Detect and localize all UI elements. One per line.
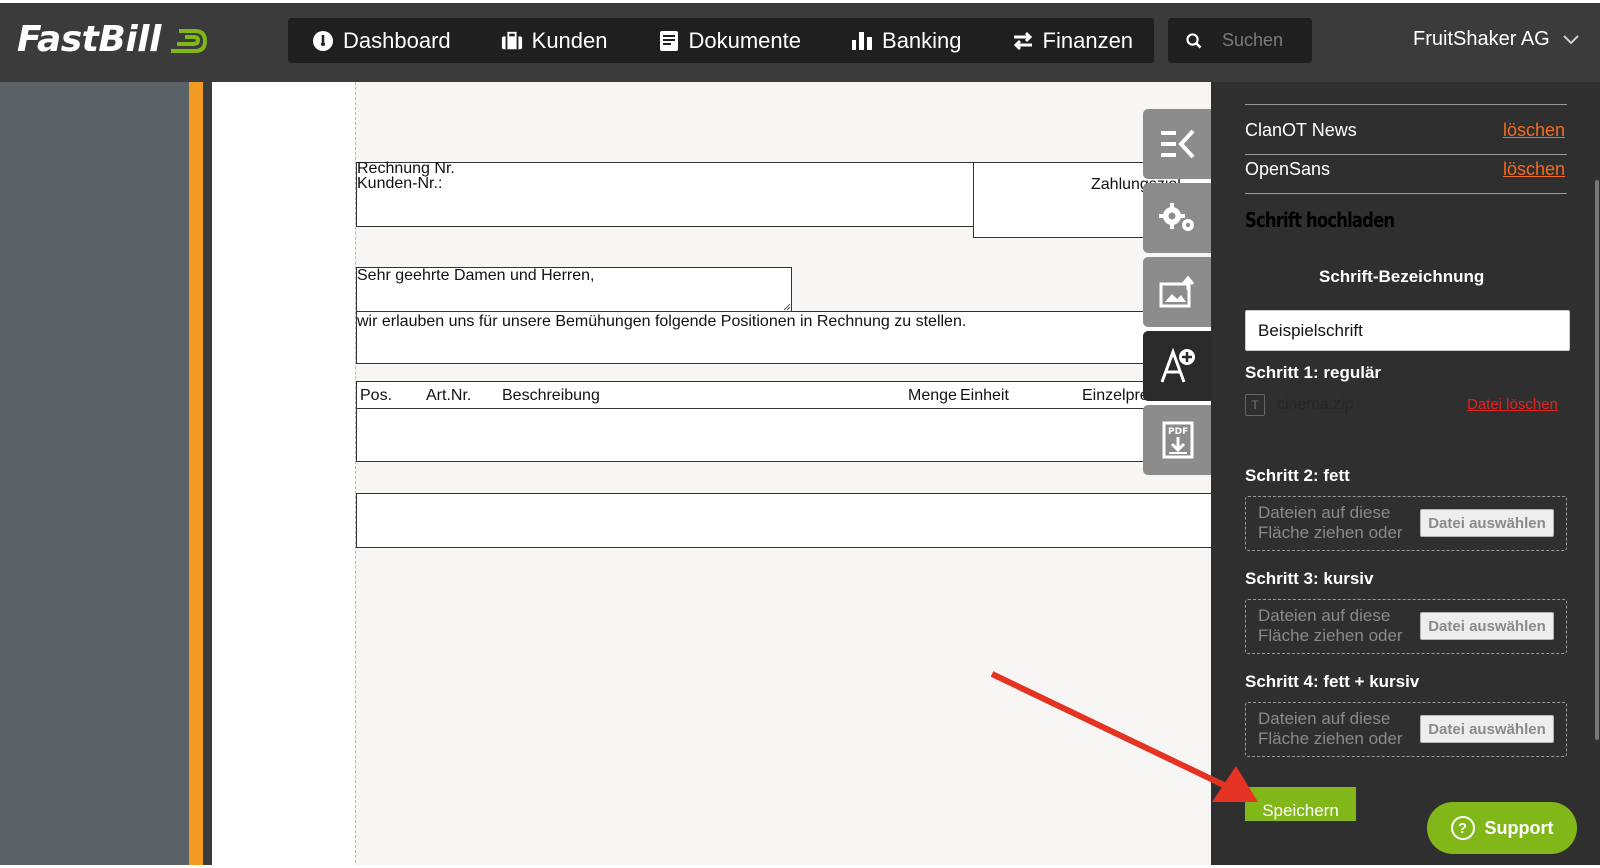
top-border <box>0 0 1600 3</box>
column-art-nr: Art.Nr. <box>426 387 472 404</box>
settings-button[interactable] <box>1143 183 1212 253</box>
nav-finanzen[interactable]: Finanzen <box>1012 18 1134 63</box>
dropzone-text: Dateien auf diese Fläche ziehen oder <box>1258 709 1403 748</box>
nav-dashboard[interactable]: Dashboard <box>312 18 451 63</box>
column-description: Beschreibung <box>502 387 600 404</box>
nav-kunden-label: Kunden <box>531 27 608 53</box>
image-upload-button[interactable] <box>1143 257 1212 327</box>
delete-file-link[interactable]: Datei löschen <box>1467 396 1558 413</box>
document-editor-canvas: Rechnung Nr. Kunden-Nr.: Zahlungsziel Se… <box>212 82 1211 868</box>
positions-table-body[interactable] <box>356 408 1211 462</box>
upload-font-heading: Schrift hochladen <box>1245 208 1395 232</box>
font-item-name: OpenSans <box>1245 159 1331 179</box>
font-name-input[interactable] <box>1245 310 1570 351</box>
document-page: Rechnung Nr. Kunden-Nr.: Zahlungsziel Se… <box>355 82 1211 868</box>
dropzone-text: Dateien auf diese Fläche ziehen oder <box>1258 503 1403 542</box>
bar-chart-icon <box>851 30 873 52</box>
uploaded-file-name: cinema.zip <box>1277 396 1354 413</box>
svg-text:PDF: PDF <box>1168 427 1188 437</box>
nav-banking-label: Banking <box>882 27 962 53</box>
bold-font-dropzone[interactable]: Dateien auf diese Fläche ziehen oder Dat… <box>1245 496 1567 551</box>
nav-dokumente[interactable]: Dokumente <box>658 18 802 63</box>
step4-label: Schritt 4: fett + kursiv <box>1245 672 1420 691</box>
question-icon: ? <box>1450 816 1475 840</box>
pdf-download-button[interactable]: PDF <box>1143 405 1212 475</box>
collapse-panel-button[interactable] <box>1143 109 1212 179</box>
nav-banking[interactable]: Banking <box>851 18 962 63</box>
left-divider <box>203 82 212 868</box>
customer-number-label: Kunden-Nr.: <box>357 175 443 192</box>
pdf-download-icon: PDF <box>1162 421 1193 459</box>
panel-scrollbar[interactable] <box>1595 180 1599 740</box>
logo-text: FastBill <box>17 18 161 60</box>
main-navigation: Dashboard Kunden Dokumente Banking Finan… <box>288 18 1154 63</box>
font-item-name: ClanOT News <box>1245 120 1357 140</box>
settings-gears-icon <box>1158 203 1194 231</box>
intro-text: wir erlauben uns für unsere Bemühungen f… <box>357 313 967 330</box>
support-label: Support <box>1484 817 1554 838</box>
font-name-label: Schrift-Bezeichnung <box>1319 267 1485 286</box>
nav-dokumente-label: Dokumente <box>688 27 802 53</box>
divider <box>1245 154 1567 155</box>
divider <box>1245 193 1567 194</box>
nav-finanzen-label: Finanzen <box>1042 27 1134 53</box>
document-icon <box>658 30 680 52</box>
dropzone-text: Dateien auf diese Fläche ziehen oder <box>1258 606 1403 645</box>
chevron-down-icon <box>1563 34 1579 44</box>
step3-label: Schritt 3: kursiv <box>1245 569 1374 588</box>
nav-dashboard-label: Dashboard <box>343 27 451 53</box>
search-icon[interactable] <box>1186 30 1202 52</box>
fonts-button[interactable] <box>1143 331 1212 401</box>
choose-file-button[interactable]: Datei auswählen <box>1420 715 1554 743</box>
nav-kunden[interactable]: Kunden <box>501 18 608 63</box>
step2-label: Schritt 2: fett <box>1245 466 1350 485</box>
search-input[interactable] <box>1222 30 1312 51</box>
column-pos: Pos. <box>360 387 393 404</box>
font-add-icon <box>1160 347 1195 383</box>
font-file-icon: T <box>1245 394 1265 416</box>
italic-font-dropzone[interactable]: Dateien auf diese Fläche ziehen oder Dat… <box>1245 599 1567 654</box>
search-box <box>1168 18 1312 63</box>
resize-handle-icon[interactable] <box>783 303 791 311</box>
choose-file-button[interactable]: Datei auswählen <box>1420 509 1554 537</box>
delete-font-link[interactable]: löschen <box>1503 159 1565 180</box>
uploaded-file: T cinema.zip <box>1245 394 1353 416</box>
briefcase-icon <box>501 30 523 52</box>
totals-box[interactable] <box>356 493 1211 548</box>
support-button[interactable]: ? Support <box>1427 802 1577 854</box>
divider <box>1245 104 1567 105</box>
save-button[interactable]: Speichern <box>1245 787 1356 821</box>
delete-font-link[interactable]: löschen <box>1503 120 1565 141</box>
bold-italic-font-dropzone[interactable]: Dateien auf diese Fläche ziehen oder Dat… <box>1245 702 1567 757</box>
dashboard-icon <box>312 30 334 52</box>
left-sidebar <box>0 82 189 868</box>
fastbill-logo[interactable]: FastBill <box>17 14 209 64</box>
image-upload-icon <box>1159 276 1194 308</box>
choose-file-button[interactable]: Datei auswählen <box>1420 612 1554 640</box>
greeting-text: Sehr geehrte Damen und Herren, <box>357 267 595 284</box>
column-unit: Einheit <box>960 387 1009 404</box>
column-quantity: Menge <box>908 387 957 404</box>
transfer-arrows-icon <box>1012 30 1034 52</box>
left-accent-stripe <box>189 82 203 868</box>
logo-mark-icon <box>170 29 207 53</box>
step1-label: Schritt 1: regulär <box>1245 363 1382 382</box>
account-menu[interactable]: FruitShaker AG <box>1413 28 1580 51</box>
account-name: FruitShaker AG <box>1413 28 1550 50</box>
collapse-icon <box>1160 129 1194 159</box>
